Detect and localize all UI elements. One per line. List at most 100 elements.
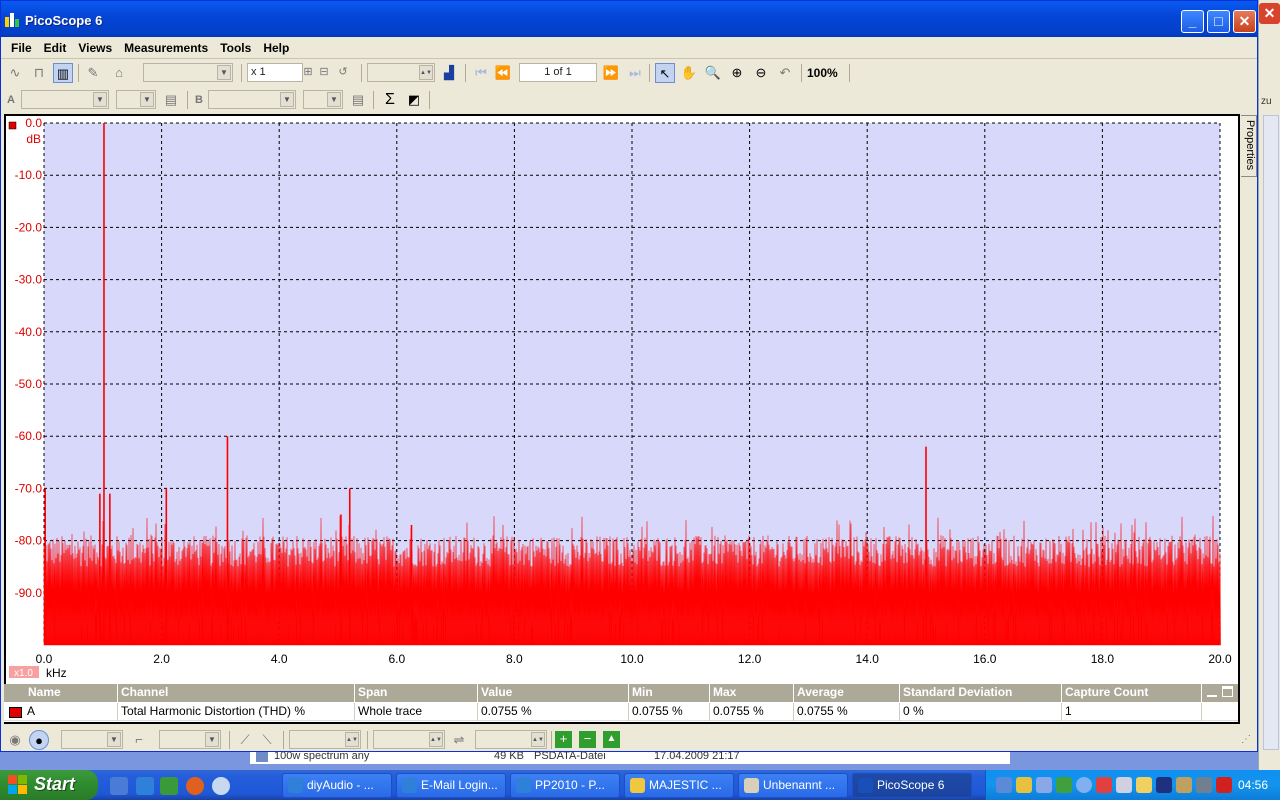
- quicklaunch-show-desktop-icon[interactable]: [110, 777, 128, 795]
- spectrum-settings-icon[interactable]: ▟: [439, 63, 459, 83]
- start-button[interactable]: Start: [0, 770, 98, 800]
- spectrum-view[interactable]: 0.0 2.0 4.0 6.0 8.0 10.0 12.0 14.0 16.0 18.0 20.0 0…: [4, 114, 1240, 724]
- reset-zoom-icon[interactable]: ↺: [335, 63, 351, 83]
- tray-usb-icon[interactable]: [1176, 777, 1192, 793]
- tray-volume-icon[interactable]: [1196, 777, 1212, 793]
- edit-measurement-icon[interactable]: ▲: [603, 731, 620, 748]
- minimize-button[interactable]: _: [1181, 10, 1204, 33]
- col-channel[interactable]: Channel: [118, 684, 355, 702]
- quicklaunch-ie-icon[interactable]: [136, 777, 154, 795]
- tray-battery-icon[interactable]: [1136, 777, 1152, 793]
- col-min[interactable]: Min: [629, 684, 710, 702]
- quicklaunch-firefox-icon[interactable]: [186, 777, 204, 795]
- cell-max: 0.0755 %: [710, 703, 794, 721]
- properties-tab[interactable]: Properties: [1241, 115, 1257, 177]
- pan-hand-icon[interactable]: ✋: [679, 63, 699, 83]
- col-span[interactable]: Span: [355, 684, 478, 702]
- task-majestic[interactable]: MAJESTIC ...: [624, 773, 734, 798]
- menu-views[interactable]: Views: [72, 41, 118, 55]
- zoom-region-icon[interactable]: 🔍: [703, 63, 723, 83]
- home-icon[interactable]: ⌂: [109, 63, 129, 83]
- col-name[interactable]: Name: [4, 684, 118, 702]
- spectrum-mode-icon[interactable]: ▥: [53, 63, 73, 83]
- delete-measurement-icon[interactable]: −: [579, 731, 596, 748]
- close-button[interactable]: ✕: [1233, 10, 1256, 33]
- maximize-table-icon[interactable]: [1222, 686, 1233, 697]
- minimize-table-icon[interactable]: [1207, 687, 1217, 697]
- tray-drive-icon[interactable]: [1116, 777, 1132, 793]
- channel-a-range-dropdown[interactable]: ▼: [21, 90, 109, 109]
- menu-measurements[interactable]: Measurements: [118, 41, 214, 55]
- first-page-icon[interactable]: ⏮: [471, 63, 491, 83]
- trigger-delay-icon[interactable]: ⇌: [449, 730, 469, 750]
- channel-a-options-icon[interactable]: ▤: [161, 90, 181, 110]
- tray-sync-icon[interactable]: [1076, 777, 1092, 793]
- task-diyaudio[interactable]: diyAudio - ...: [282, 773, 392, 798]
- stop-capture-icon[interactable]: ●: [29, 730, 49, 750]
- start-capture-icon[interactable]: ◉: [5, 730, 25, 750]
- task-picoscope[interactable]: PicoScope 6: [852, 773, 972, 798]
- reference-waveforms-icon[interactable]: ◩: [404, 90, 424, 110]
- next-page-icon[interactable]: ⏩: [601, 63, 621, 83]
- scope-mode-icon[interactable]: ∿: [5, 63, 25, 83]
- trigger-mode-dropdown[interactable]: ▼: [61, 730, 123, 749]
- tray-alert-icon[interactable]: [1216, 777, 1232, 793]
- quicklaunch-app-icon[interactable]: [160, 777, 178, 795]
- maximize-button[interactable]: □: [1207, 10, 1230, 33]
- zoom-out-icon[interactable]: ⊖: [751, 63, 771, 83]
- background-scrollbar[interactable]: [1263, 115, 1279, 750]
- task-email-login[interactable]: E-Mail Login...: [396, 773, 506, 798]
- spectrum-chart[interactable]: 0.0 2.0 4.0 6.0 8.0 10.0 12.0 14.0 16.0 18.0 20.00…: [6, 116, 1238, 722]
- add-measurement-icon[interactable]: +: [555, 731, 572, 748]
- channel-b-range-dropdown[interactable]: ▼: [208, 90, 296, 109]
- task-pp2010[interactable]: PP2010 - P...: [510, 773, 620, 798]
- last-page-icon[interactable]: ⏭: [625, 63, 645, 83]
- tray-bluetooth-icon[interactable]: [1156, 777, 1172, 793]
- tray-security-icon[interactable]: [1096, 777, 1112, 793]
- falling-edge-icon[interactable]: ⟍: [257, 730, 277, 750]
- cell-average: 0.0755 %: [794, 703, 900, 721]
- trigger-delay-stepper[interactable]: ▲▼: [475, 730, 547, 749]
- quicklaunch-media-icon[interactable]: [212, 777, 230, 795]
- samples-stepper[interactable]: ▲▼: [367, 63, 435, 82]
- select-pointer-icon[interactable]: ↖: [655, 63, 675, 83]
- resize-grip-icon[interactable]: ⋰: [1237, 730, 1255, 750]
- explorer-file-row[interactable]: 100w spectrum any 49 KB PSDATA-Datei 17.…: [250, 750, 1010, 764]
- rising-edge-icon[interactable]: ⟋: [235, 730, 255, 750]
- zoom-in-small-icon[interactable]: ⊞: [301, 63, 315, 83]
- zoom-out-small-icon[interactable]: ⊟: [317, 63, 331, 83]
- col-average[interactable]: Average: [794, 684, 900, 702]
- col-value[interactable]: Value: [478, 684, 629, 702]
- undo-zoom-icon[interactable]: ↶: [775, 63, 795, 83]
- task-unbenannt[interactable]: Unbenannt ...: [738, 773, 848, 798]
- page-indicator-field[interactable]: 1 of 1: [519, 63, 597, 82]
- menu-edit[interactable]: Edit: [38, 41, 73, 55]
- tray-network-icon[interactable]: [996, 777, 1012, 793]
- probe-icon[interactable]: ✎: [83, 63, 103, 83]
- title-bar[interactable]: PicoScope 6 _ □ ✕: [1, 1, 1257, 37]
- timebase-dropdown[interactable]: ▼: [143, 63, 233, 82]
- pre-trigger-stepper[interactable]: ▲▼: [373, 730, 445, 749]
- trigger-type-icon[interactable]: ⌐: [129, 730, 149, 750]
- trigger-source-dropdown[interactable]: ▼: [159, 730, 221, 749]
- math-channels-icon[interactable]: Σ: [380, 90, 400, 110]
- table-row[interactable]: A Total Harmonic Distortion (THD) % Whol…: [4, 703, 1238, 721]
- trigger-threshold-stepper[interactable]: ▲▼: [289, 730, 361, 749]
- tray-monitor-icon[interactable]: [1036, 777, 1052, 793]
- col-capture-count[interactable]: Capture Count: [1062, 684, 1202, 702]
- channel-a-coupling-dropdown[interactable]: ▼: [116, 90, 156, 109]
- channel-b-coupling-dropdown[interactable]: ▼: [303, 90, 343, 109]
- zoom-factor-field[interactable]: x 1: [247, 63, 303, 82]
- tray-update-icon[interactable]: [1056, 777, 1072, 793]
- tray-app-icon[interactable]: [1016, 777, 1032, 793]
- menu-help[interactable]: Help: [257, 41, 295, 55]
- channel-b-options-icon[interactable]: ▤: [348, 90, 368, 110]
- zoom-in-icon[interactable]: ⊕: [727, 63, 747, 83]
- persistence-mode-icon[interactable]: ⊓: [29, 63, 49, 83]
- menu-file[interactable]: File: [5, 41, 38, 55]
- col-max[interactable]: Max: [710, 684, 794, 702]
- menu-tools[interactable]: Tools: [214, 41, 257, 55]
- col-std-dev[interactable]: Standard Deviation: [900, 684, 1062, 702]
- background-close-icon[interactable]: ✕: [1259, 3, 1280, 24]
- previous-page-icon[interactable]: ⏪: [493, 63, 513, 83]
